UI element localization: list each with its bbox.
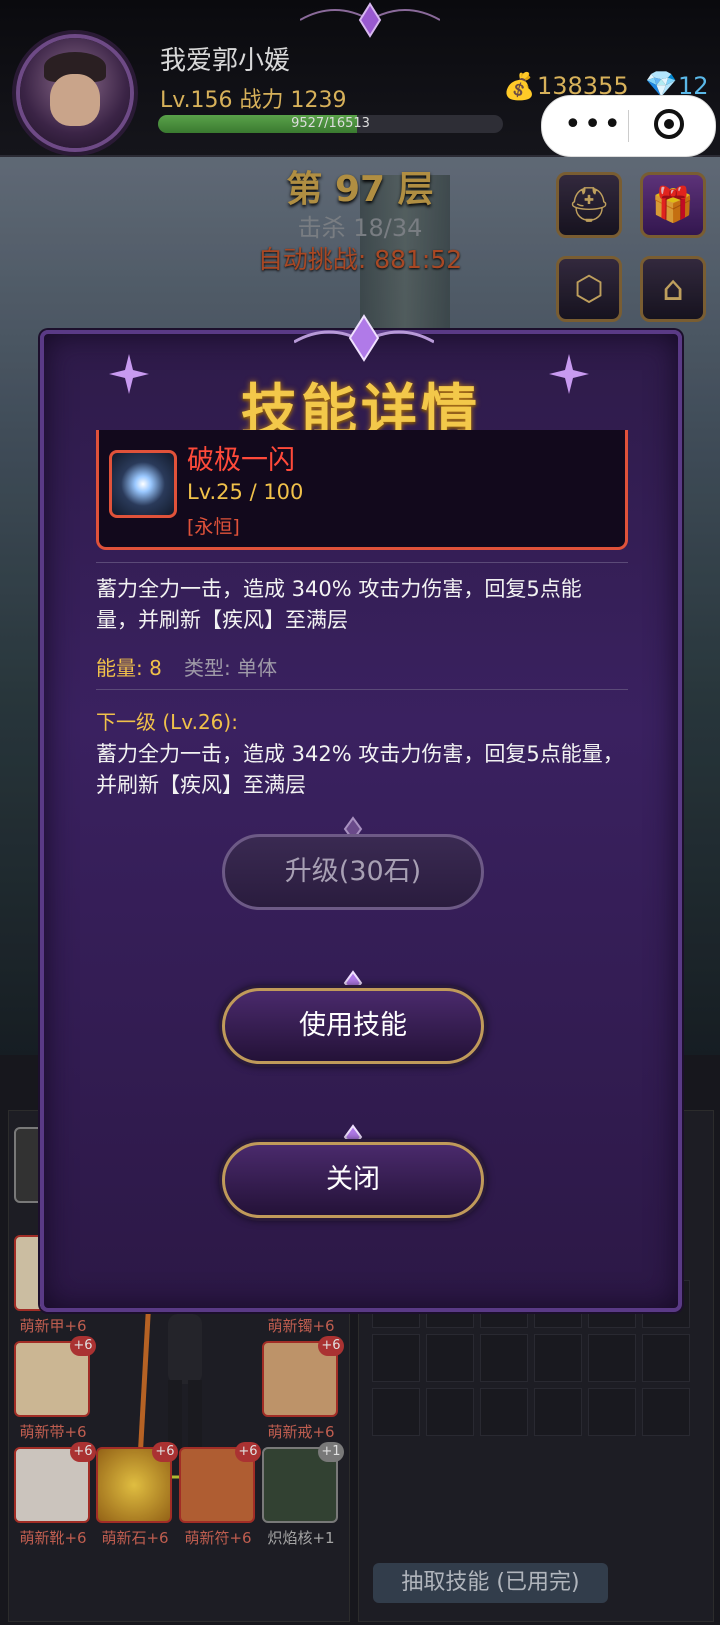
skill-name: 破极一闪: [187, 445, 295, 476]
use-skill-button[interactable]: 使用技能: [222, 988, 484, 1064]
skill-flash-icon: [109, 450, 177, 518]
next-level-title: 下一级 (Lv.26):: [96, 710, 238, 734]
skill-detail-modal: 技能详情 破极一闪 Lv.25 / 100 [永恒] 蓄力全力一击，造成 340…: [40, 314, 682, 1312]
xp-progress-text: 9527/16513: [291, 116, 370, 131]
divider: [96, 689, 628, 690]
modal-crest-ornament-icon: [294, 314, 434, 362]
close-program-icon[interactable]: [654, 109, 684, 139]
mini-program-capsule: •••: [541, 95, 716, 157]
skill-level: Lv.25 / 100: [187, 480, 304, 504]
xp-progress-bar: 9527/16513: [158, 115, 503, 133]
skill-summary-card: 破极一闪 Lv.25 / 100 [永恒]: [96, 430, 628, 550]
skill-description: 蓄力全力一击，造成 340% 攻击力伤害，回复5点能量，并刷新【疾风】至满层: [96, 577, 582, 632]
divider: [96, 562, 628, 563]
more-options-icon[interactable]: •••: [564, 107, 623, 142]
skill-rarity-tag: [永恒]: [187, 516, 240, 538]
player-name: 我爱郭小媛: [160, 46, 291, 76]
player-avatar[interactable]: [20, 38, 130, 148]
player-level-power: Lv.156 战力 1239: [160, 88, 347, 113]
capsule-divider: [628, 110, 629, 142]
avatar-face: [50, 74, 100, 126]
money-bag-icon: 💰: [503, 72, 536, 102]
next-level-description: 蓄力全力一击，造成 342% 攻击力伤害，回复5点能量，并刷新【疾风】至满层: [96, 742, 624, 797]
header-ornament-icon: [300, 2, 440, 38]
skill-type: 类型: 单体: [184, 656, 278, 680]
upgrade-skill-button[interactable]: 升级(30石): [222, 834, 484, 910]
close-button[interactable]: 关闭: [222, 1142, 484, 1218]
skill-energy: 能量: 8: [96, 656, 162, 680]
